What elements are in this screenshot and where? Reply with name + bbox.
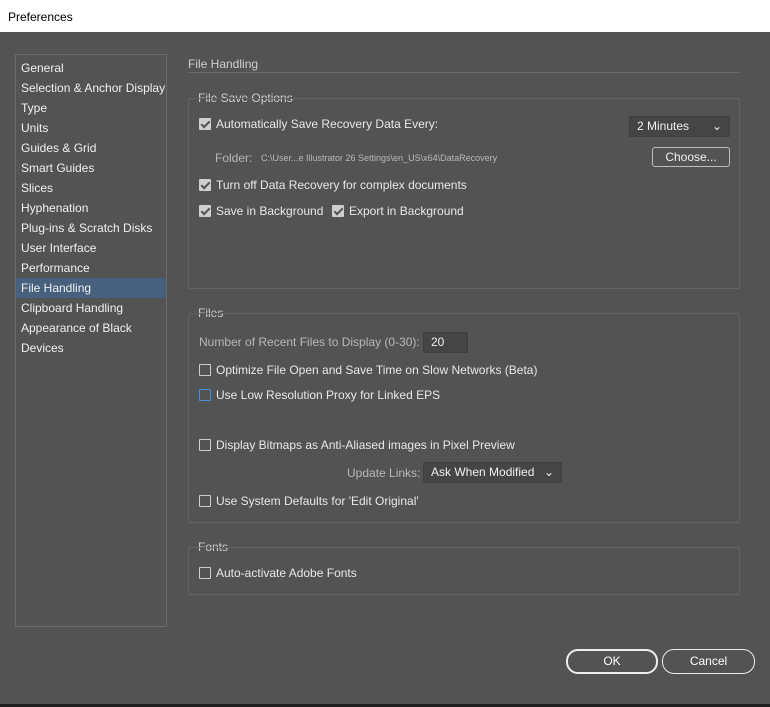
sidebar-item-type[interactable]: Type xyxy=(16,98,166,118)
sidebar-item-smart-guides[interactable]: Smart Guides xyxy=(16,158,166,178)
checkbox-icon[interactable] xyxy=(199,179,211,191)
sidebar-item-file-handling[interactable]: File Handling xyxy=(16,278,166,298)
update-links-label: Update Links: xyxy=(347,466,420,480)
sidebar-item-devices[interactable]: Devices xyxy=(16,338,166,358)
sidebar-item-selection[interactable]: Selection & Anchor Display xyxy=(16,78,166,98)
sidebar-item-user-interface[interactable]: User Interface xyxy=(16,238,166,258)
folder-path: C:\User...e Illustrator 26 Settings\en_U… xyxy=(261,153,497,163)
cancel-button[interactable]: Cancel xyxy=(662,649,755,674)
window-title: Preferences xyxy=(8,10,73,24)
sidebar-item-clipboard[interactable]: Clipboard Handling xyxy=(16,298,166,318)
sidebar-item-guides-grid[interactable]: Guides & Grid xyxy=(16,138,166,158)
checkbox-icon[interactable] xyxy=(199,495,211,507)
chevron-down-icon: ⌄ xyxy=(544,463,554,482)
recent-files-input[interactable]: 20 xyxy=(423,332,468,353)
ok-button[interactable]: OK xyxy=(566,649,658,674)
sidebar-item-performance[interactable]: Performance xyxy=(16,258,166,278)
sidebar-item-appearance-black[interactable]: Appearance of Black xyxy=(16,318,166,338)
category-list[interactable]: General Selection & Anchor Display Type … xyxy=(15,54,167,627)
choose-button[interactable]: Choose... xyxy=(652,147,730,167)
optimize-checkbox[interactable]: Optimize File Open and Save Time on Slow… xyxy=(199,363,537,377)
recent-files-label: Number of Recent Files to Display (0-30)… xyxy=(199,335,420,349)
system-defaults-checkbox[interactable]: Use System Defaults for 'Edit Original' xyxy=(199,494,419,508)
checkbox-icon[interactable] xyxy=(199,205,211,217)
checkbox-icon[interactable] xyxy=(199,118,211,130)
anti-aliased-checkbox[interactable]: Display Bitmaps as Anti-Aliased images i… xyxy=(199,438,515,452)
interval-dropdown[interactable]: 2 Minutes⌄ xyxy=(629,116,730,137)
update-links-dropdown[interactable]: Ask When Modified⌄ xyxy=(423,462,562,483)
low-res-proxy-checkbox[interactable]: Use Low Resolution Proxy for Linked EPS xyxy=(199,388,440,402)
checkbox-icon[interactable] xyxy=(199,567,211,579)
sidebar-item-units[interactable]: Units xyxy=(16,118,166,138)
auto-activate-fonts-checkbox[interactable]: Auto-activate Adobe Fonts xyxy=(199,566,357,580)
sidebar-item-slices[interactable]: Slices xyxy=(16,178,166,198)
title-bar: Preferences xyxy=(0,0,770,32)
sidebar-item-hyphenation[interactable]: Hyphenation xyxy=(16,198,166,218)
save-in-background-checkbox[interactable]: Save in Background xyxy=(199,204,323,218)
page-title: File Handling xyxy=(188,57,258,71)
divider xyxy=(188,72,740,73)
export-in-background-checkbox[interactable]: Export in Background xyxy=(332,204,464,218)
checkbox-icon[interactable] xyxy=(199,389,211,401)
checkbox-icon[interactable] xyxy=(199,439,211,451)
sidebar-item-general[interactable]: General xyxy=(16,58,166,78)
checkbox-icon[interactable] xyxy=(199,364,211,376)
sidebar-item-plugins[interactable]: Plug-ins & Scratch Disks xyxy=(16,218,166,238)
chevron-down-icon: ⌄ xyxy=(712,117,722,136)
folder-label: Folder: xyxy=(215,151,252,165)
auto-save-checkbox[interactable]: Automatically Save Recovery Data Every: xyxy=(199,117,438,131)
checkbox-icon[interactable] xyxy=(332,205,344,217)
turn-off-recovery-checkbox[interactable]: Turn off Data Recovery for complex docum… xyxy=(199,178,467,192)
